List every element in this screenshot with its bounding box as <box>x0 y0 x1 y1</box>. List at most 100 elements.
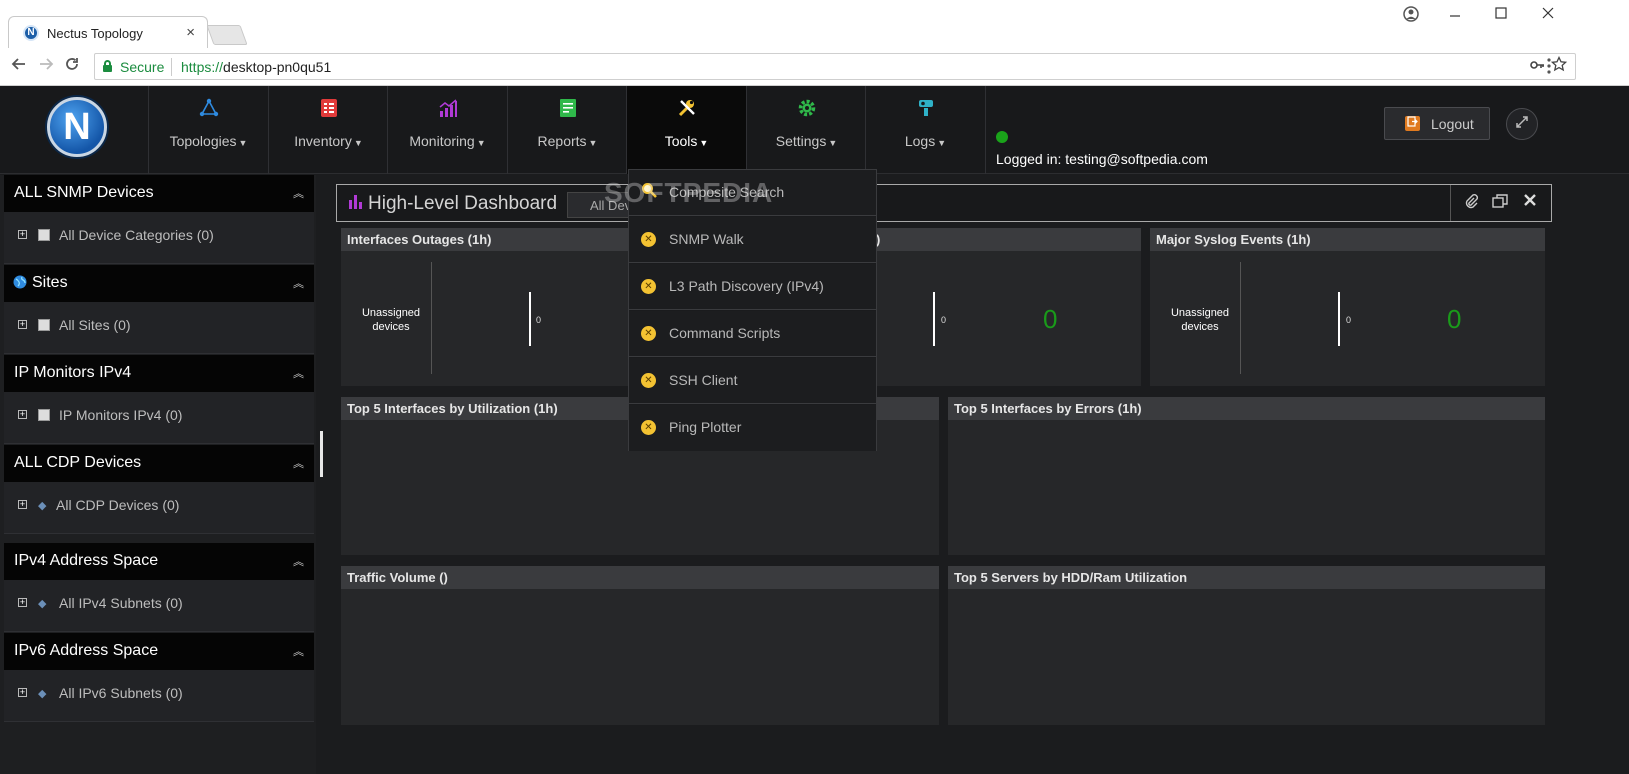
reload-icon[interactable] <box>61 56 83 77</box>
section-header[interactable]: Sites ︽ <box>4 265 314 302</box>
network-node-icon: ◆ <box>38 500 47 512</box>
tool-icon: ✕ <box>641 232 656 247</box>
menu-item-ssh-client[interactable]: ✕ SSH Client <box>629 358 876 404</box>
menu-item-ping-plotter[interactable]: ✕ Ping Plotter <box>629 405 876 451</box>
menu-item-l3-path-discovery[interactable]: ✕ L3 Path Discovery (IPv4) <box>629 264 876 310</box>
dashboard: High-Level Dashboard All Dev Interfaces … <box>336 184 1552 739</box>
logged-in-text: Logged in: testing@softpedia.com <box>996 151 1208 167</box>
gauge-tick: 0 <box>1346 315 1352 325</box>
maximize-icon[interactable] <box>1486 6 1516 24</box>
profile-icon[interactable] <box>1396 6 1426 27</box>
bar-chart-icon <box>348 194 364 215</box>
dashboard-title: High-Level Dashboard <box>368 193 558 214</box>
tree-item[interactable]: All Device Categories (0) <box>59 227 214 243</box>
browser-tab[interactable]: N Nectus Topology × <box>8 16 208 50</box>
tree-expand-icon[interactable]: + <box>18 230 27 239</box>
tree-expand-icon[interactable]: + <box>18 500 27 509</box>
window-close-icon[interactable] <box>1533 6 1563 24</box>
close-dashboard-icon[interactable] <box>1523 193 1537 212</box>
section-header[interactable]: ALL SNMP Devices ︽ <box>4 175 314 212</box>
tab-close-icon[interactable]: × <box>186 24 195 41</box>
section-ipv4-space: IPv4 Address Space ︽ + ◆ All IPv4 Subnets… <box>4 543 314 632</box>
nectus-logo[interactable]: N <box>47 97 107 157</box>
section-header[interactable]: IPv6 Address Space ︽ <box>4 633 314 670</box>
nav-reports[interactable]: Reports ▼ <box>507 86 627 174</box>
count-value: 0 <box>1043 304 1058 334</box>
fullscreen-expand-icon[interactable] <box>1506 108 1538 140</box>
widget-top5-servers: Top 5 Servers by HDD/Ram Utilization <box>947 565 1546 726</box>
monitoring-icon <box>437 98 459 120</box>
collapse-chevron-icon[interactable]: ︽ <box>293 643 304 659</box>
nav-topologies[interactable]: Topologies ▼ <box>148 86 268 174</box>
collapse-chevron-icon[interactable]: ︽ <box>293 553 304 569</box>
network-node-icon: ◆ <box>38 688 47 700</box>
collapse-chevron-icon[interactable]: ︽ <box>293 185 304 201</box>
gauge-bar <box>529 292 531 346</box>
tree-expand-icon[interactable]: + <box>18 320 27 329</box>
key-icon[interactable] <box>1529 57 1545 77</box>
magnifier-icon <box>641 182 657 203</box>
restore-window-icon[interactable] <box>1492 193 1508 214</box>
widget-title: Traffic Volume () <box>341 566 939 589</box>
reports-icon <box>557 98 579 120</box>
tree-item[interactable]: All IPv4 Subnets (0) <box>59 595 183 611</box>
section-header[interactable]: IP Monitors IPv4 ︽ <box>4 355 314 392</box>
back-icon[interactable] <box>8 56 30 77</box>
device-filter-select[interactable]: All Dev <box>567 192 637 218</box>
minimize-icon[interactable] <box>1440 6 1470 24</box>
section-header[interactable]: IPv4 Address Space ︽ <box>4 543 314 580</box>
widget-title: Top 5 Servers by HDD/Ram Utilization <box>948 566 1545 589</box>
new-tab-button[interactable] <box>206 25 248 45</box>
sidebar-resize-handle[interactable] <box>320 431 323 477</box>
app-header: N Topologies ▼ Inventory ▼ Monitoring ▼ Rep… <box>0 86 1629 182</box>
widget-traffic-volume: Traffic Volume () <box>340 565 940 726</box>
nav-monitoring[interactable]: Monitoring ▼ <box>387 86 507 174</box>
tree-expand-icon[interactable]: + <box>18 598 27 607</box>
widget-title: Top 5 Interfaces by Errors (1h) <box>948 397 1545 420</box>
logout-button[interactable]: Logout <box>1384 107 1490 140</box>
menu-item-command-scripts[interactable]: ✕ Command Scripts <box>629 311 876 357</box>
dashboard-title-bar: High-Level Dashboard All Dev <box>336 184 1552 222</box>
nav-tools[interactable]: Tools ▼ <box>626 86 746 182</box>
paperclip-icon[interactable] <box>1463 193 1479 214</box>
tree-expand-icon[interactable]: + <box>18 410 27 419</box>
tool-icon: ✕ <box>641 420 656 435</box>
widget-title: Major Syslog Events (1h) <box>1150 228 1545 251</box>
menu-item-snmp-walk[interactable]: ✕ SNMP Walk <box>629 217 876 263</box>
logs-icon <box>915 98 937 120</box>
gauge-bar <box>933 292 935 346</box>
collapse-chevron-icon[interactable]: ︽ <box>293 275 304 291</box>
gauge-bar <box>1338 292 1340 346</box>
tree-item[interactable]: IP Monitors IPv4 (0) <box>59 407 182 423</box>
section-header[interactable]: ALL CDP Devices ︽ <box>4 445 314 482</box>
section-ipv6-space: IPv6 Address Space ︽ + ◆ All IPv6 Subnets… <box>4 633 314 722</box>
app-root: N Topologies ▼ Inventory ▼ Monitoring ▼ Rep… <box>0 86 1629 774</box>
gauge-tick: 0 <box>536 315 542 325</box>
nav-inventory[interactable]: Inventory ▼ <box>268 86 388 174</box>
tree-item[interactable]: All IPv6 Subnets (0) <box>59 685 183 701</box>
collapse-chevron-icon[interactable]: ︽ <box>293 365 304 381</box>
url-input[interactable]: Secure https://desktop-pn0qu51 <box>94 53 1576 80</box>
nav-logs[interactable]: Logs ▼ <box>865 86 985 174</box>
tree-expand-icon[interactable]: + <box>18 688 27 697</box>
browser-menu-icon[interactable] <box>1546 57 1617 75</box>
menu-item-composite-search[interactable]: Composite Search <box>629 170 876 216</box>
tab-title: Nectus Topology <box>47 26 143 41</box>
tool-icon: ✕ <box>641 279 656 294</box>
globe-icon <box>13 275 27 294</box>
tree-item[interactable]: All CDP Devices (0) <box>56 497 179 513</box>
tree-item[interactable]: All Sites (0) <box>59 317 131 333</box>
gauge-tick: 0 <box>941 315 947 325</box>
tool-icon: ✕ <box>641 373 656 388</box>
collapse-chevron-icon[interactable]: ︽ <box>293 455 304 471</box>
tools-dropdown-menu: Composite Search ✕ SNMP Walk ✕ L3 Path D… <box>628 169 877 451</box>
folder-icon <box>38 319 50 331</box>
count-value: 0 <box>1447 304 1462 334</box>
widget-major-syslog: Major Syslog Events (1h) Unassigned devic… <box>1149 227 1546 387</box>
section-ip-monitors: IP Monitors IPv4 ︽ + IP Monitors IPv4 (0) <box>4 355 314 444</box>
network-node-icon: ◆ <box>38 598 47 610</box>
online-status-dot <box>996 131 1008 143</box>
folder-icon <box>38 409 50 421</box>
nav-settings[interactable]: Settings ▼ <box>746 86 866 174</box>
forward-icon[interactable] <box>35 56 57 77</box>
